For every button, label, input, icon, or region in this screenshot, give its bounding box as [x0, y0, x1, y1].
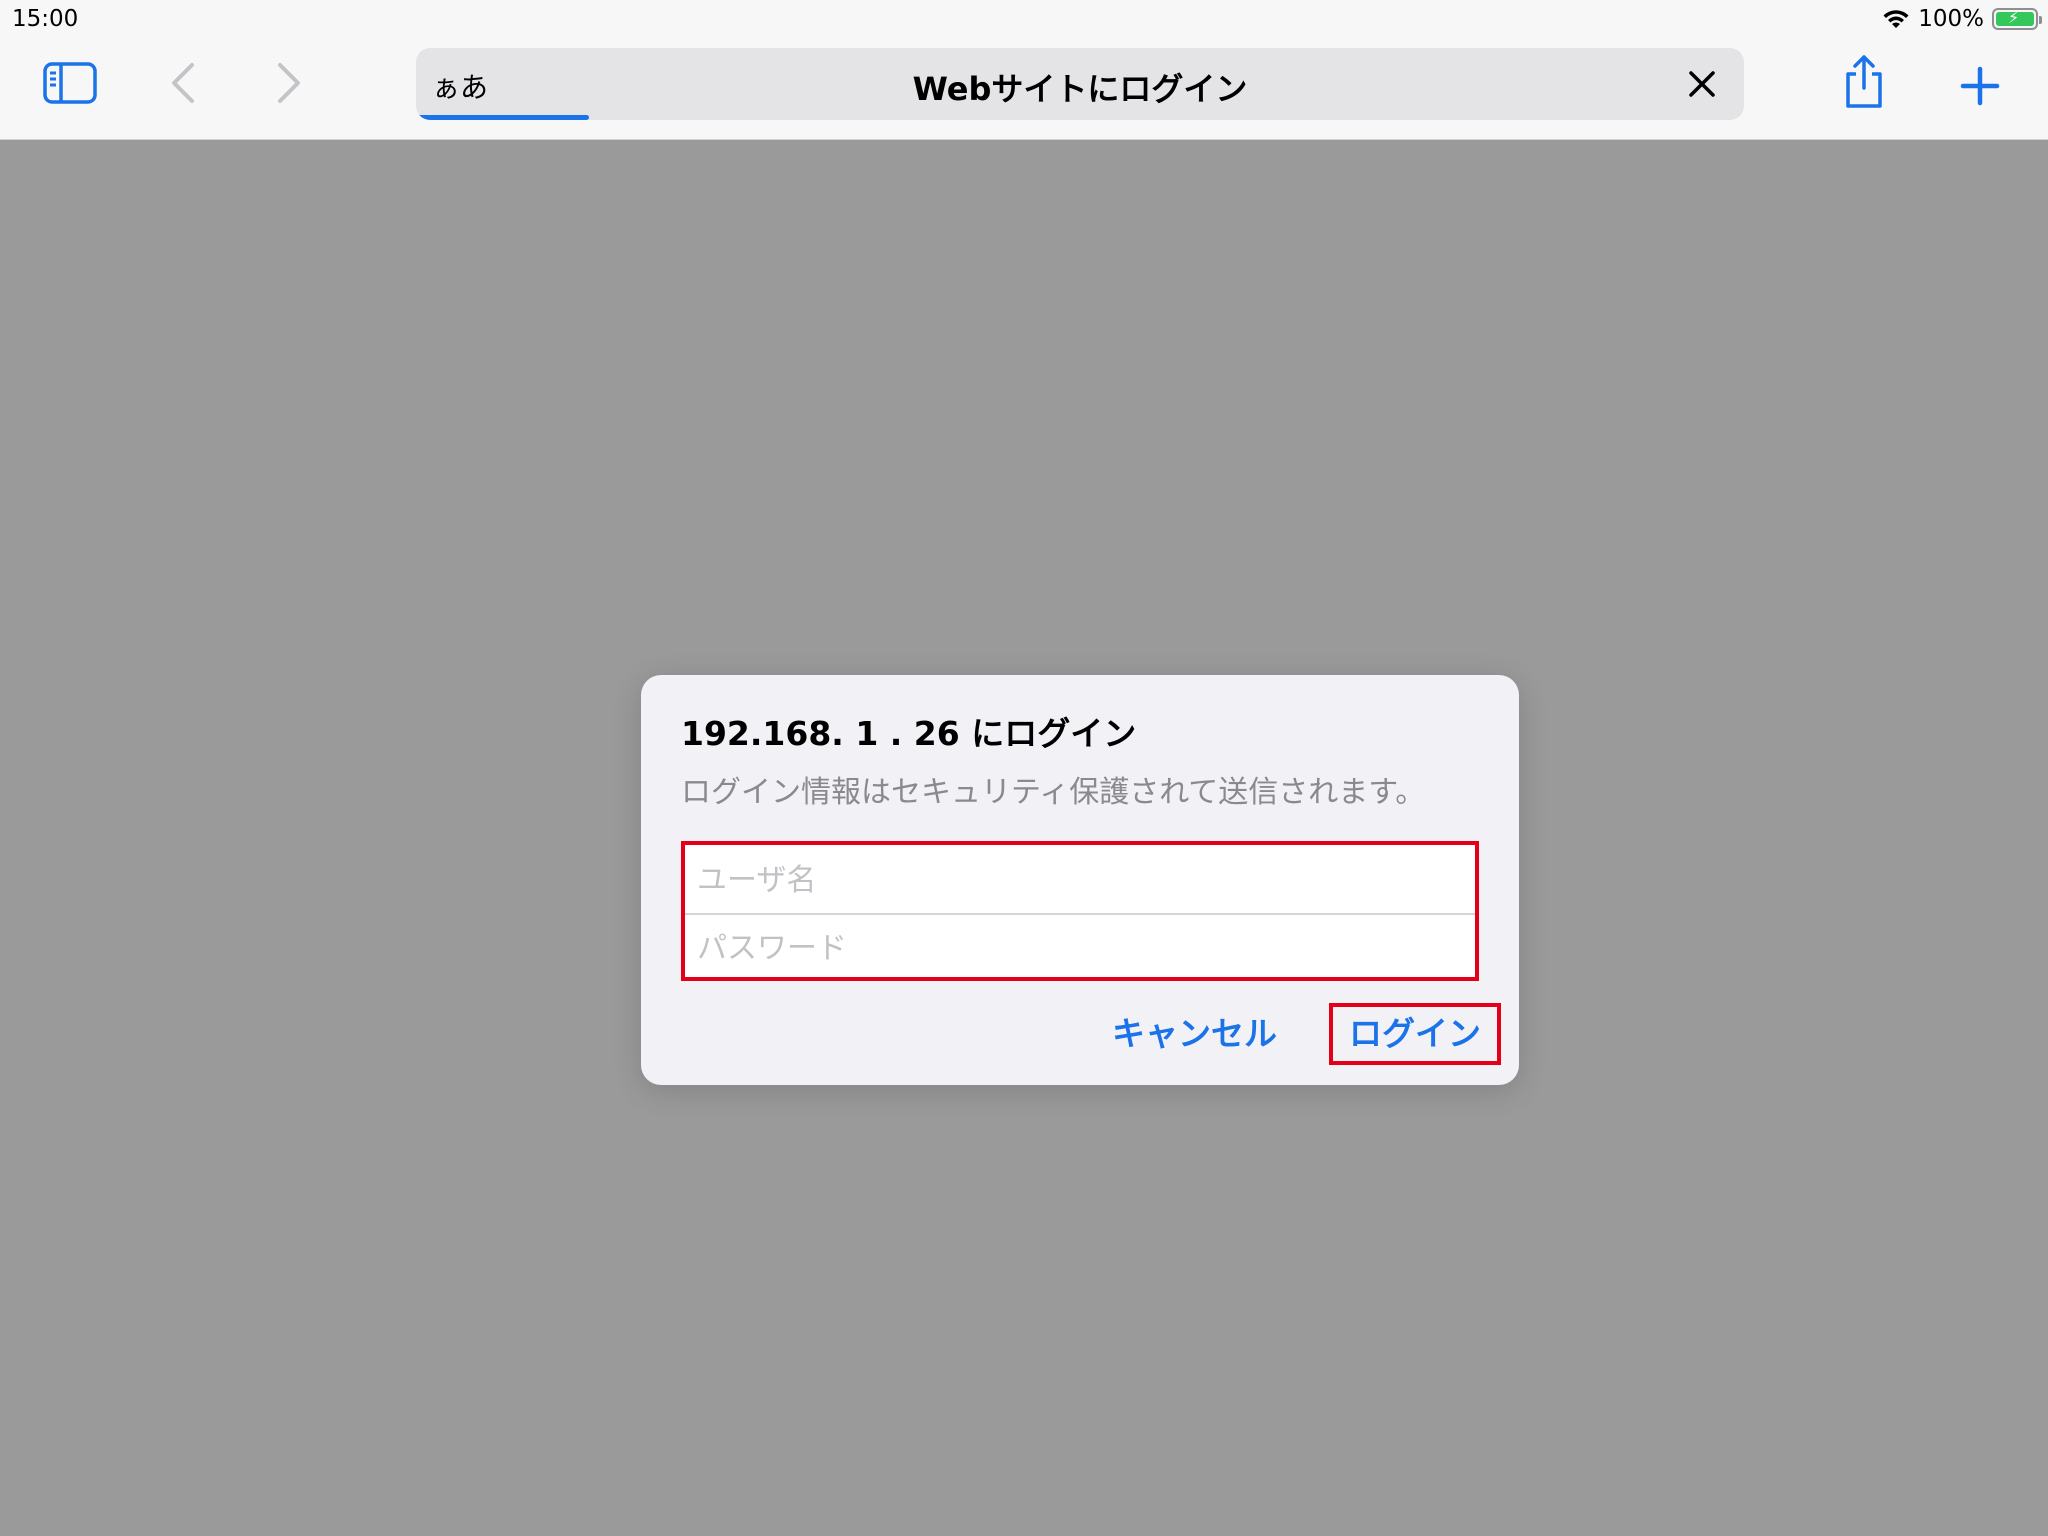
plus-icon — [1960, 66, 2000, 106]
username-field[interactable] — [697, 847, 1463, 913]
share-icon — [1846, 55, 1882, 108]
battery-charging-icon: ⚡ — [1992, 8, 2042, 30]
credential-fields-highlight — [681, 841, 1479, 981]
dialog-message: ログイン情報はセキュリティ保護されて送信されます。 — [681, 775, 1426, 810]
forward-button[interactable] — [266, 58, 312, 108]
chevron-left-icon — [172, 63, 194, 103]
new-tab-button[interactable] — [1952, 58, 2008, 114]
status-indicators: 100% ⚡ — [1882, 6, 2042, 32]
cancel-button[interactable]: キャンセル — [1112, 1003, 1277, 1065]
password-field[interactable] — [697, 915, 1463, 981]
browser-toolbar: ぁあ Webサイトにログイン — [0, 40, 2048, 140]
battery-percent: 100% — [1918, 6, 1984, 32]
sidebar-icon — [43, 62, 97, 104]
login-button[interactable]: ログイン — [1329, 1003, 1501, 1065]
chevron-right-icon — [278, 63, 300, 103]
wifi-icon — [1883, 10, 1909, 28]
status-time: 15:00 — [12, 6, 79, 32]
back-button[interactable] — [160, 58, 206, 108]
status-bar: 15:00 100% ⚡ — [0, 0, 2048, 40]
screen: 15:00 100% ⚡ ぁあ Webサイトにログイン 192.168. 1 .… — [0, 0, 2048, 1536]
dialog-title: 192.168. 1 . 26 にログイン — [681, 714, 1137, 753]
close-icon — [1689, 71, 1715, 97]
stop-loading-button[interactable] — [1680, 62, 1724, 106]
page-title: Webサイトにログイン — [912, 70, 1248, 108]
address-bar[interactable]: ぁあ Webサイトにログイン — [416, 48, 1744, 120]
login-dialog: 192.168. 1 . 26 にログイン ログイン情報はセキュリティ保護されて… — [641, 675, 1519, 1085]
share-button[interactable] — [1836, 52, 1892, 112]
load-progress-bar — [416, 115, 589, 120]
sidebar-button[interactable] — [40, 60, 100, 106]
